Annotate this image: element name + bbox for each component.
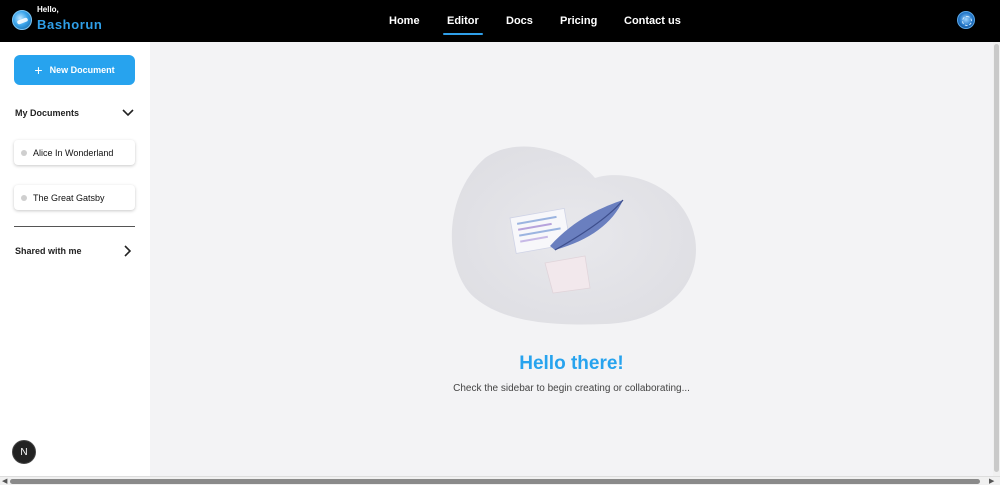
hero-title: Hello there!	[519, 353, 624, 374]
document-title: The Great Gatsby	[33, 192, 105, 203]
user-avatar-icon[interactable]	[957, 11, 975, 29]
new-document-button[interactable]: + New Document	[14, 55, 135, 85]
nav-home[interactable]: Home	[389, 15, 420, 27]
chevron-down-icon	[121, 106, 135, 120]
badge-letter: N	[20, 446, 28, 458]
shared-with-me-toggle[interactable]: Shared with me	[15, 244, 135, 258]
dot-icon	[21, 194, 27, 201]
brand-greeting: Hello,	[37, 5, 59, 14]
sidebar-divider	[14, 226, 135, 227]
document-title: Alice In Wonderland	[33, 147, 114, 158]
vertical-scrollbar[interactable]	[993, 42, 1000, 476]
nav-contact-us[interactable]: Contact us	[624, 15, 681, 27]
nav-docs[interactable]: Docs	[506, 15, 533, 27]
brand-text: Hello, Bashorun	[37, 5, 103, 32]
horizontal-scrollbar[interactable]: ◀ ▶	[0, 476, 1000, 485]
vertical-scroll-thumb[interactable]	[994, 44, 999, 472]
scroll-right-arrow-icon[interactable]: ▶	[989, 477, 994, 485]
shared-with-me-label: Shared with me	[15, 246, 82, 256]
brand-name: Bashorun	[37, 17, 103, 32]
dev-tools-badge[interactable]: N	[12, 440, 36, 464]
new-document-label: New Document	[49, 65, 115, 75]
horizontal-scroll-thumb[interactable]	[10, 479, 980, 484]
nav-pricing[interactable]: Pricing	[560, 15, 597, 27]
main-content: Hello there! Check the sidebar to begin …	[150, 42, 993, 476]
top-navbar: Hello, Bashorun Home Editor Docs Pricing…	[0, 0, 1000, 42]
chevron-right-icon	[121, 244, 135, 258]
my-documents-label: My Documents	[15, 108, 80, 118]
document-item-alice[interactable]: Alice In Wonderland	[14, 140, 135, 165]
scroll-left-arrow-icon[interactable]: ◀	[2, 477, 7, 485]
sidebar: + New Document My Documents Alice In Won…	[0, 42, 150, 476]
document-item-gatsby[interactable]: The Great Gatsby	[14, 185, 135, 210]
dot-icon	[21, 149, 27, 156]
brand[interactable]: Hello, Bashorun	[12, 5, 103, 32]
plus-icon: +	[34, 62, 43, 78]
main-nav: Home Editor Docs Pricing Contact us	[0, 0, 1000, 42]
document-illustration	[451, 146, 696, 325]
nav-editor[interactable]: Editor	[443, 15, 483, 35]
my-documents-toggle[interactable]: My Documents	[15, 106, 135, 120]
hero-subtitle: Check the sidebar to begin creating or c…	[453, 383, 690, 394]
brand-logo-icon	[12, 9, 32, 30]
